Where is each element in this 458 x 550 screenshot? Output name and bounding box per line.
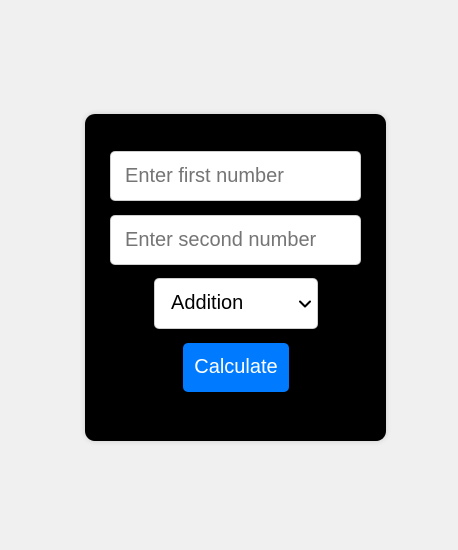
operation-select[interactable]: Addition	[154, 278, 318, 329]
calculate-button[interactable]: Calculate	[183, 343, 289, 392]
operation-select-value: Addition	[171, 292, 244, 314]
chevron-down-icon	[297, 296, 313, 312]
first-number-input[interactable]	[110, 151, 361, 201]
second-number-input[interactable]	[110, 215, 361, 265]
calculator-card: Addition Calculate	[85, 114, 386, 441]
